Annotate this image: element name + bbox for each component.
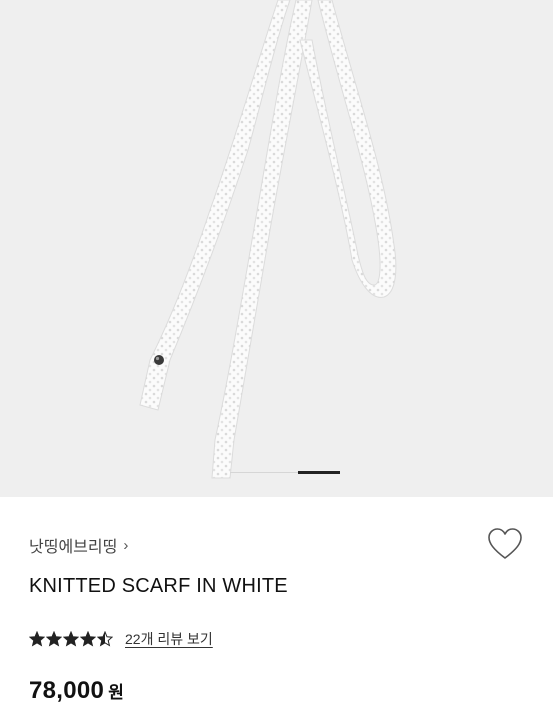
product-detail-page: 낫띵에브리띵 › KNITTED SCARF IN WHITE 22개 리뷰 보…: [0, 0, 553, 714]
price: 78,000 원: [29, 677, 124, 705]
star-icon: [29, 631, 45, 647]
star-icon: [63, 631, 79, 647]
wishlist-button[interactable]: [487, 527, 523, 561]
product-image: [139, 0, 397, 479]
product-title: KNITTED SCARF IN WHITE: [29, 575, 288, 597]
image-pager-indicator: [230, 471, 340, 474]
price-amount: 78,000: [29, 677, 105, 704]
chevron-right-icon: ›: [123, 536, 129, 554]
pager-active-thumb: [298, 471, 340, 474]
reviews-link[interactable]: 22개 리뷰 보기: [125, 629, 213, 649]
star-icon: [80, 631, 96, 647]
heart-outline-icon: [488, 528, 522, 559]
star-icon: [46, 631, 62, 647]
product-image-gallery[interactable]: [0, 0, 553, 497]
star-rating: [29, 631, 113, 647]
product-info: 낫띵에브리띵 › KNITTED SCARF IN WHITE 22개 리뷰 보…: [0, 497, 553, 714]
star-icon: [97, 631, 113, 647]
brand-name: 낫띵에브리띵: [29, 539, 118, 556]
brand-link[interactable]: 낫띵에브리띵 ›: [29, 533, 128, 557]
price-currency: 원: [108, 683, 124, 702]
rating-row: 22개 리뷰 보기: [29, 629, 213, 649]
